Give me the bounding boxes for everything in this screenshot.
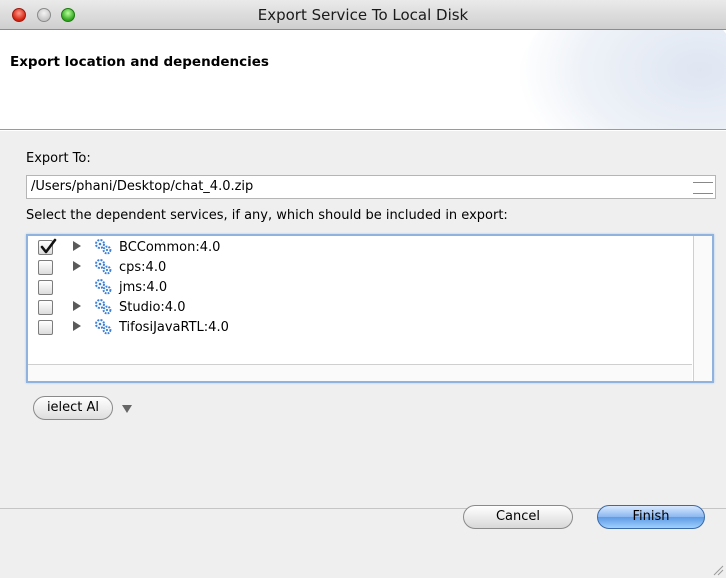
export-path-value: /Users/phani/Desktop/chat_4.0.zip [31,179,254,194]
gears-icon [95,279,112,295]
dependency-checkbox[interactable] [38,280,53,295]
dependency-label: Studio:4.0 [119,300,186,315]
title-bar: Export Service To Local Disk [0,0,726,30]
dependency-checkbox[interactable] [38,238,57,255]
gears-icon [95,259,112,275]
dependencies-label: Select the dependent services, if any, w… [26,208,508,223]
dependency-label: jms:4.0 [119,280,168,295]
gears-icon [95,299,112,315]
dependencies-tree[interactable]: BCCommon:4.0 cps:4.0 jms:4.0 Studio:4.0 Tifo… [26,234,714,383]
header-decoration [516,30,726,129]
horizontal-scrollbar[interactable] [28,364,692,381]
export-path-field[interactable]: /Users/phani/Desktop/chat_4.0.zip [26,175,716,199]
expand-triangle-icon[interactable] [73,241,81,251]
dependency-label: cps:4.0 [119,260,167,275]
tree-row[interactable]: TifosiJavaRTL:4.0 [28,318,688,338]
dependency-checkbox[interactable] [38,260,53,275]
dependency-checkbox[interactable] [38,300,53,315]
cancel-button[interactable]: Cancel [463,505,573,529]
field-resize-handle[interactable] [693,182,713,194]
window-title: Export Service To Local Disk [257,6,469,24]
tree-row[interactable]: cps:4.0 [28,258,688,278]
dependency-label: BCCommon:4.0 [119,240,221,255]
select-all-button[interactable]: ielect Al [33,396,113,420]
finish-button[interactable]: Finish [597,505,705,529]
checkmark-icon [40,238,57,254]
tree-list: BCCommon:4.0 cps:4.0 jms:4.0 Studio:4.0 Tifo… [28,238,688,338]
expand-triangle-icon[interactable] [73,261,81,271]
gears-icon [95,319,112,335]
tree-row[interactable]: BCCommon:4.0 [28,238,688,258]
expand-triangle-icon[interactable] [73,321,81,331]
dependency-label: TifosiJavaRTL:4.0 [119,320,229,335]
resize-grip-icon[interactable] [712,564,724,576]
wizard-header: Export location and dependencies [0,30,726,130]
vertical-scrollbar[interactable] [693,236,712,381]
select-menu-arrow-icon[interactable] [122,405,132,413]
dependency-checkbox[interactable] [38,320,53,335]
gears-icon [95,239,112,255]
export-to-label: Export To: [26,151,91,166]
page-title: Export location and dependencies [10,54,269,70]
expand-triangle-icon[interactable] [73,301,81,311]
tree-row[interactable]: Studio:4.0 [28,298,688,318]
tree-row[interactable]: jms:4.0 [28,278,688,298]
